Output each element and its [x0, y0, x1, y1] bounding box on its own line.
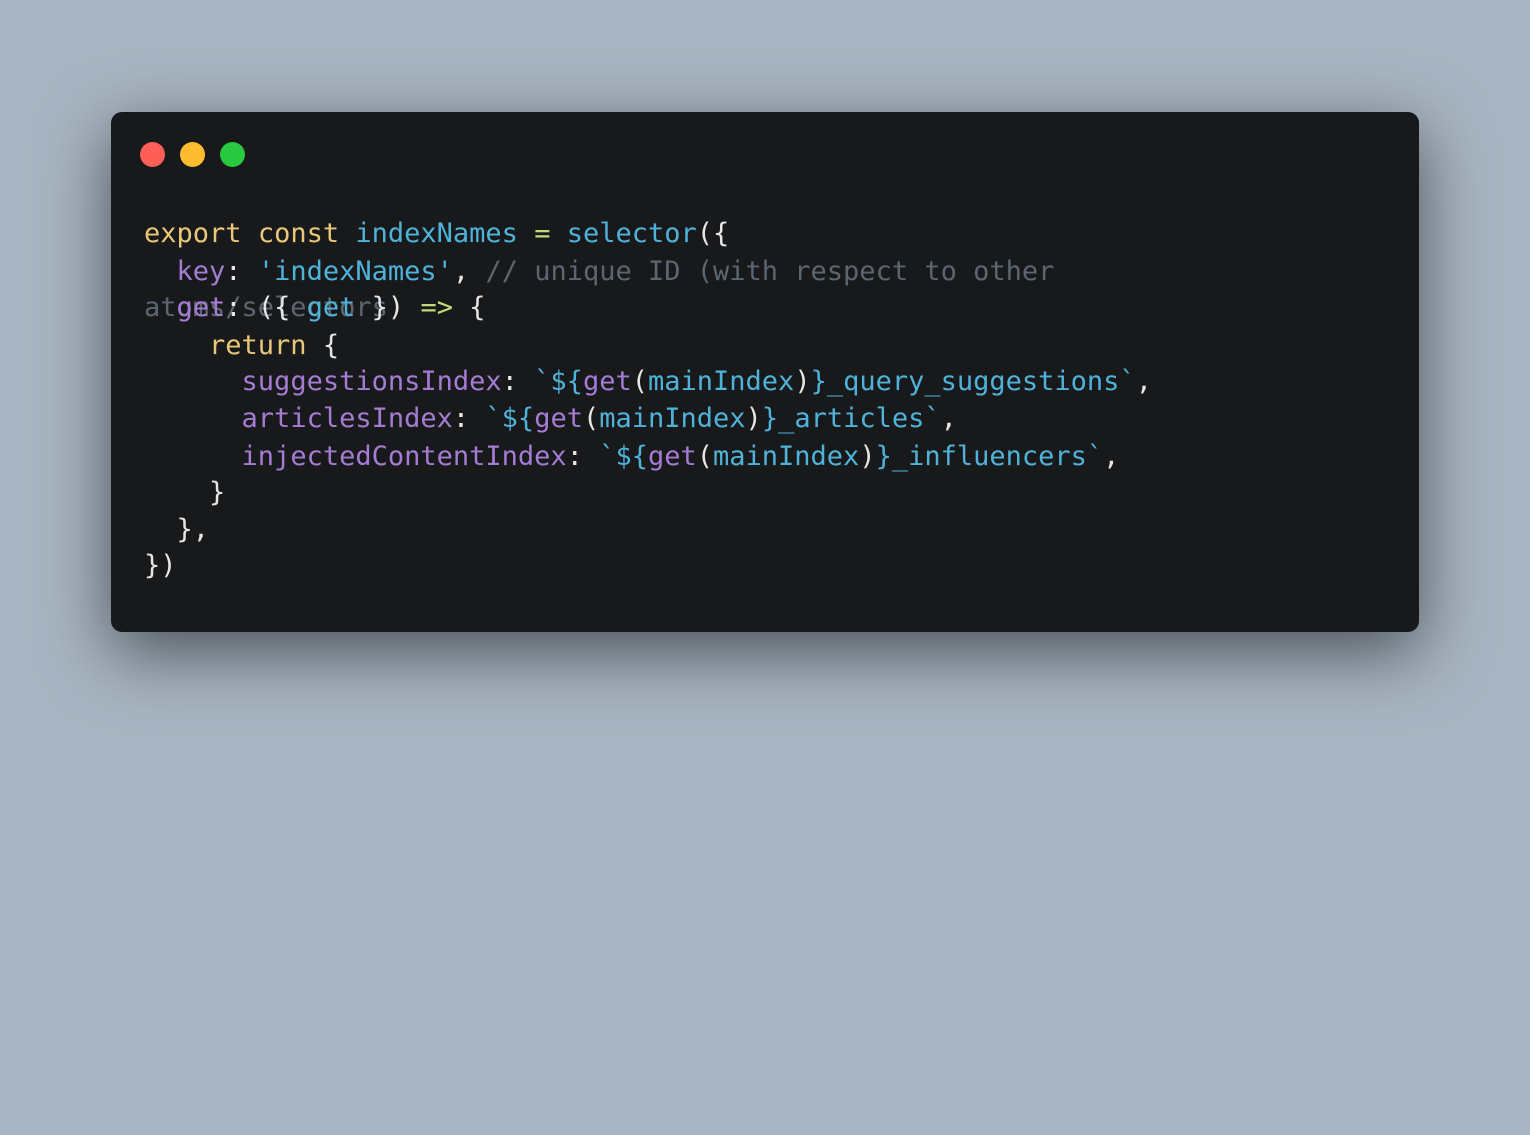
- code-line-7: injectedContentIndex: `${get(mainIndex)}…: [144, 440, 1120, 474]
- punctuation-colon: :: [501, 366, 518, 397]
- template-rest: }_query_suggestions`: [810, 366, 1136, 397]
- code-line-10: }): [144, 549, 177, 583]
- code-line-8: }: [144, 476, 225, 510]
- punctuation-colon: :: [225, 256, 242, 287]
- function-get: get: [647, 441, 697, 472]
- property-key: key: [176, 256, 226, 287]
- code-line-4: return {: [144, 329, 339, 363]
- punctuation-comma: ,: [1135, 366, 1152, 397]
- keyword-const: const: [257, 218, 340, 249]
- punctuation-close-call: }): [144, 550, 177, 581]
- code-line-1: export const indexNames = selector({: [144, 217, 729, 251]
- property-get: get: [176, 292, 226, 323]
- identifier-get: get: [306, 292, 356, 323]
- punctuation-paren-open: (: [696, 441, 714, 472]
- function-get: get: [534, 403, 583, 434]
- keyword-export: export: [144, 218, 242, 249]
- identifier-indexnames: indexNames: [355, 218, 518, 249]
- identifier-mainindex: mainIndex: [713, 441, 860, 472]
- operator-arrow: =>: [420, 292, 453, 323]
- punctuation-brace: {: [322, 330, 340, 361]
- property-articlesindex: articlesIndex: [241, 403, 453, 434]
- punctuation-colon: :: [452, 403, 470, 434]
- code-line-6: articlesIndex: `${get(mainIndex)}_articl…: [144, 402, 957, 436]
- code-line-5: suggestionsIndex: `${get(mainIndex)}_que…: [144, 365, 1152, 399]
- property-injectedcontentindex: injectedContentIndex: [241, 441, 567, 472]
- template-rest: }_articles`: [761, 403, 941, 434]
- punctuation-paren-close: ): [859, 441, 876, 472]
- template-open: `${: [534, 366, 583, 397]
- template-open: `${: [599, 441, 648, 472]
- punctuation-colon: :: [566, 441, 583, 472]
- punctuation-comma: ,: [1103, 441, 1120, 472]
- string-indexnames: 'indexNames': [257, 256, 453, 287]
- property-suggestionsindex: suggestionsIndex: [241, 366, 502, 397]
- identifier-mainindex: mainIndex: [648, 366, 795, 397]
- function-selector: selector: [566, 218, 697, 249]
- punctuation-open: ({: [257, 292, 291, 323]
- template-rest: }_influencers`: [875, 441, 1104, 472]
- punctuation-comma: ,: [452, 256, 470, 287]
- code-line-3: get: ({ get }) => {: [144, 291, 486, 325]
- punctuation-paren-close: ): [794, 366, 811, 397]
- punctuation-colon: :: [225, 292, 242, 323]
- code-line-9: },: [144, 513, 210, 547]
- template-open: `${: [485, 403, 535, 434]
- punctuation-close-brace: }: [209, 477, 226, 508]
- keyword-return: return: [209, 330, 307, 361]
- identifier-mainindex: mainIndex: [599, 403, 746, 434]
- punctuation-close: }): [371, 292, 405, 323]
- punctuation-paren-open: (: [631, 366, 648, 397]
- code-block: export const indexNames = selector({ key…: [144, 112, 1404, 632]
- comment-unique-id: // unique ID (with respect to other: [485, 256, 1055, 287]
- punctuation-close-brace-comma: },: [176, 514, 210, 545]
- punctuation-brace: {: [469, 292, 486, 323]
- code-line-2: key: 'indexNames', // unique ID (with re…: [144, 255, 1055, 289]
- code-window: export const indexNames = selector({ key…: [111, 112, 1419, 632]
- operator-equals: =: [534, 218, 551, 249]
- punctuation-paren-close: ): [745, 403, 762, 434]
- punctuation-comma: ,: [940, 403, 957, 434]
- punctuation-paren-open: (: [582, 403, 600, 434]
- punctuation-open: ({: [696, 218, 730, 249]
- function-get: get: [582, 366, 632, 397]
